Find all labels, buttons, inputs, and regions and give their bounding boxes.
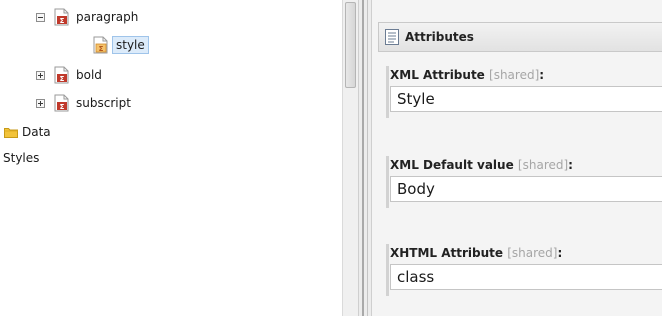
xml-element-icon: Σ: [54, 8, 69, 26]
field-label-text: XML Attribute: [390, 68, 485, 82]
field-marker: [386, 66, 389, 118]
svg-text:Σ: Σ: [60, 75, 65, 83]
collapse-icon[interactable]: [36, 12, 45, 22]
structure-tree: Σ paragraph Σ style Σ bold Σ subscript D…: [0, 0, 343, 316]
field-label-colon: :: [557, 246, 563, 260]
expand-icon[interactable]: [36, 98, 45, 108]
xml-element-icon: Σ: [54, 66, 69, 84]
tree-node-label: bold: [76, 68, 102, 82]
attributes-header[interactable]: Attributes: [378, 22, 662, 52]
tree-node-style[interactable]: Σ style: [92, 34, 149, 56]
shared-tag: [shared]: [489, 68, 540, 82]
shared-tag: [shared]: [517, 158, 569, 172]
field-label-text: XML Default value: [390, 158, 514, 172]
xhtml-attribute-field: XHTML Attribute [shared]: class: [386, 244, 662, 296]
xhtml-attribute-input[interactable]: class: [390, 264, 662, 290]
tree-node-data[interactable]: Data: [4, 121, 54, 143]
list-icon: [385, 29, 399, 45]
field-label: XML Attribute [shared]:: [390, 66, 662, 84]
xml-default-value-field: XML Default value [shared]: Body: [386, 156, 662, 208]
xml-attribute-input[interactable]: Style: [390, 86, 662, 112]
expand-icon[interactable]: [36, 70, 45, 80]
xml-attribute-icon: Σ: [93, 36, 108, 54]
tree-node-label: Styles: [3, 151, 40, 165]
tree-node-styles[interactable]: Styles: [3, 147, 42, 169]
field-label: XML Default value [shared]:: [390, 156, 662, 174]
svg-text:Σ: Σ: [60, 17, 65, 25]
tree-node-subscript[interactable]: Σ subscript: [36, 92, 134, 114]
tree-node-paragraph[interactable]: Σ paragraph: [36, 6, 141, 28]
attributes-title: Attributes: [405, 30, 474, 44]
field-label-colon: :: [568, 158, 573, 172]
svg-text:Σ: Σ: [60, 103, 65, 111]
folder-icon: [4, 128, 18, 138]
xml-element-icon: Σ: [54, 94, 69, 112]
tree-node-label: Data: [22, 125, 51, 139]
field-marker: [386, 244, 389, 296]
tree-scrollbar[interactable]: [342, 0, 358, 316]
shared-tag: [shared]: [507, 246, 558, 260]
field-label: XHTML Attribute [shared]:: [390, 244, 662, 262]
xml-attribute-field: XML Attribute [shared]: Style: [386, 66, 662, 118]
xml-default-value-input[interactable]: Body: [390, 176, 662, 202]
attributes-panel: Attributes XML Attribute [shared]: Style…: [372, 0, 662, 316]
field-marker: [386, 156, 389, 208]
field-label-colon: :: [539, 68, 545, 82]
scrollbar-thumb[interactable]: [345, 2, 356, 88]
panel-splitter[interactable]: [358, 0, 372, 316]
field-label-text: XHTML Attribute: [390, 246, 504, 260]
tree-node-label: style: [112, 36, 149, 54]
tree-node-bold[interactable]: Σ bold: [36, 64, 105, 86]
tree-node-label: subscript: [76, 96, 131, 110]
svg-text:Σ: Σ: [99, 45, 104, 53]
tree-node-label: paragraph: [76, 10, 139, 24]
